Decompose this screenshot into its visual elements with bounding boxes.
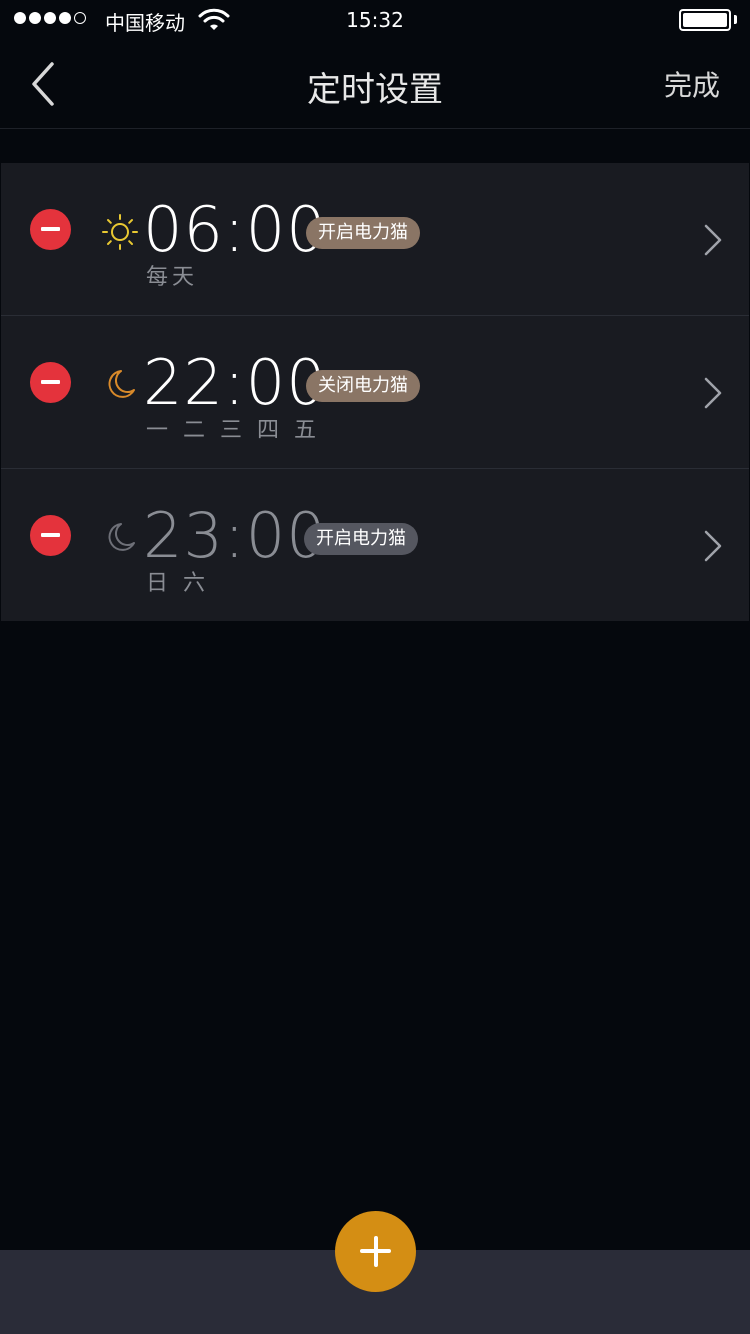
battery-tip: [734, 15, 737, 24]
delete-button[interactable]: [30, 209, 71, 250]
schedule-list: 06:00 每天 开启电力猫 22:00 一 二 三 四 五 关闭电力猫 23:…: [1, 163, 749, 621]
page-title: 定时设置: [307, 70, 443, 110]
schedule-days: 每天: [146, 265, 199, 290]
chevron-right-icon[interactable]: [703, 223, 723, 257]
schedule-days: 日 六: [146, 571, 209, 596]
action-badge: 关闭电力猫: [306, 370, 420, 402]
schedule-days: 一 二 三 四 五: [146, 418, 320, 443]
chevron-right-icon[interactable]: [703, 376, 723, 410]
add-schedule-button[interactable]: [335, 1211, 416, 1292]
moon-icon: [108, 370, 135, 398]
action-badge: 开启电力猫: [304, 523, 418, 555]
schedule-row[interactable]: 06:00 每天 开启电力猫: [1, 163, 749, 316]
sun-icon: [102, 214, 138, 250]
delete-button[interactable]: [30, 515, 71, 556]
schedule-time: 06:00: [143, 193, 327, 266]
chevron-right-icon[interactable]: [703, 529, 723, 563]
schedule-time: 23:00: [143, 499, 327, 572]
moon-icon: [108, 523, 135, 551]
status-time: 15:32: [346, 8, 404, 32]
battery-icon: [679, 9, 731, 31]
schedule-time: 22:00: [143, 346, 327, 419]
action-badge: 开启电力猫: [306, 217, 420, 249]
navigation-bar: 定时设置 完成: [0, 40, 750, 129]
status-bar: 中国移动 15:32: [0, 0, 750, 40]
schedule-row[interactable]: 22:00 一 二 三 四 五 关闭电力猫: [1, 316, 749, 469]
schedule-row[interactable]: 23:00 日 六 开启电力猫: [1, 469, 749, 621]
done-button[interactable]: 完成: [664, 64, 720, 104]
delete-button[interactable]: [30, 362, 71, 403]
